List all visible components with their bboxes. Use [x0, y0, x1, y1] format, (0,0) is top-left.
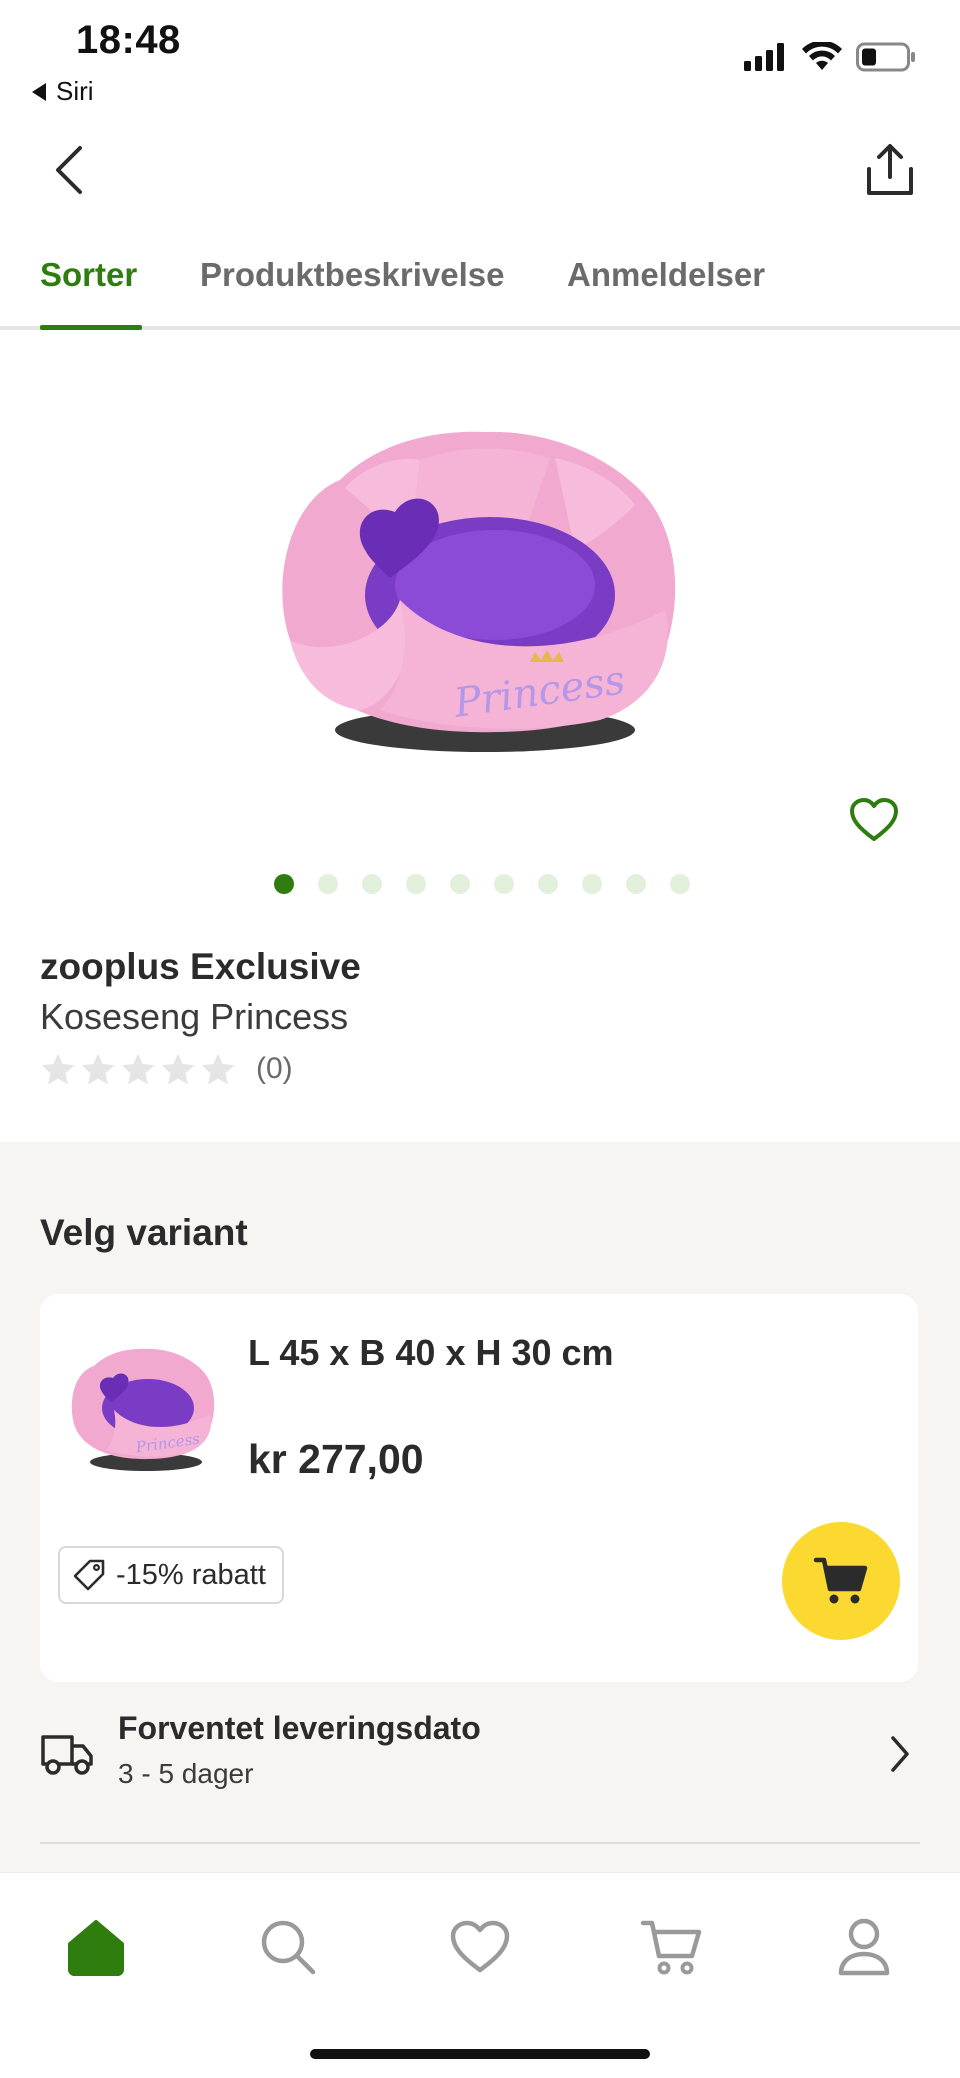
profile-icon	[838, 1918, 890, 1976]
add-to-cart-button[interactable]	[782, 1522, 900, 1640]
star-empty-icon	[201, 1053, 235, 1085]
cart-icon	[813, 1557, 868, 1604]
carousel-dot[interactable]	[670, 874, 690, 894]
discount-badge: -15% rabatt	[58, 1546, 284, 1604]
star-empty-icon	[161, 1053, 195, 1085]
status-time: 18:48	[76, 18, 181, 62]
nav-favorites[interactable]	[440, 1907, 520, 1987]
star-empty-icon	[81, 1053, 115, 1085]
bottom-navigation	[0, 1872, 960, 2078]
heart-outline-icon	[850, 798, 898, 841]
tab-sorter[interactable]: Sorter	[40, 256, 137, 294]
product-brand: zooplus Exclusive	[40, 946, 361, 987]
rating-stars	[40, 1052, 236, 1086]
product-page: 18:48 Siri Sorter Produktbeskrivelse Anm…	[0, 0, 960, 2078]
variant-section-title: Velg variant	[40, 1212, 248, 1253]
carousel-dots	[274, 874, 690, 894]
cart-icon	[640, 1920, 702, 1975]
delivery-subtitle: 3 - 5 dager	[118, 1758, 254, 1789]
active-tab-indicator	[40, 325, 142, 330]
product-name: Koseseng Princess	[40, 996, 349, 1037]
share-icon	[867, 144, 913, 195]
delivery-row[interactable]: Forventet leveringsdato 3 - 5 dager	[40, 1704, 918, 1804]
chevron-left-icon	[56, 146, 82, 194]
carousel-dot[interactable]	[538, 874, 558, 894]
variant-thumbnail: Princess	[71, 1348, 215, 1471]
delivery-title: Forventet leveringsdato	[118, 1710, 481, 1746]
battery-icon	[856, 42, 915, 72]
heart-icon	[450, 1920, 510, 1973]
tab-produktbeskrivelse[interactable]: Produktbeskrivelse	[200, 256, 504, 294]
cellular-signal-icon	[744, 43, 784, 71]
variant-price: kr 277,00	[248, 1436, 424, 1482]
tab-bar: Sorter Produktbeskrivelse Anmeldelser	[0, 250, 960, 330]
wifi-icon	[802, 42, 842, 70]
product-rating[interactable]: (0)	[40, 1052, 293, 1086]
variant-card[interactable]: Princess L 45 x B 40 x H 30 cm kr 277,00…	[40, 1294, 918, 1682]
favorite-button[interactable]	[846, 792, 902, 848]
home-icon	[68, 1920, 124, 1976]
discount-label: -15% rabatt	[116, 1558, 266, 1591]
search-icon	[261, 1920, 316, 1975]
tab-anmeldelser[interactable]: Anmeldelser	[567, 256, 765, 294]
back-triangle-icon	[32, 82, 46, 101]
status-icons	[744, 42, 916, 72]
carousel-dot[interactable]	[318, 874, 338, 894]
nav-cart[interactable]	[632, 1907, 712, 1987]
back-button[interactable]	[44, 140, 94, 200]
carousel-dot[interactable]	[274, 874, 294, 894]
carousel-dot[interactable]	[362, 874, 382, 894]
variant-size: L 45 x B 40 x H 30 cm	[248, 1332, 614, 1373]
star-empty-icon	[41, 1053, 75, 1085]
back-app-label: Siri	[56, 76, 94, 106]
product-image[interactable]: Princess	[270, 410, 690, 780]
home-indicator	[310, 2049, 650, 2059]
review-count: (0)	[256, 1052, 293, 1085]
nav-home[interactable]	[56, 1907, 136, 1987]
carousel-dot[interactable]	[450, 874, 470, 894]
back-to-app-link[interactable]: Siri	[32, 76, 94, 107]
nav-profile[interactable]	[824, 1907, 904, 1987]
carousel-dot[interactable]	[626, 874, 646, 894]
carousel-dot[interactable]	[406, 874, 426, 894]
carousel-dot[interactable]	[494, 874, 514, 894]
section-divider	[40, 1842, 920, 1844]
price-tag-icon	[73, 1559, 105, 1591]
carousel-dot[interactable]	[582, 874, 602, 894]
nav-search[interactable]	[248, 1907, 328, 1987]
truck-icon	[41, 1735, 93, 1775]
variant-section: Velg variant Princess L 45 x B 40 x H 30…	[0, 1142, 960, 1882]
share-button[interactable]	[860, 140, 920, 200]
star-empty-icon	[121, 1053, 155, 1085]
chevron-right-icon	[891, 1736, 909, 1772]
